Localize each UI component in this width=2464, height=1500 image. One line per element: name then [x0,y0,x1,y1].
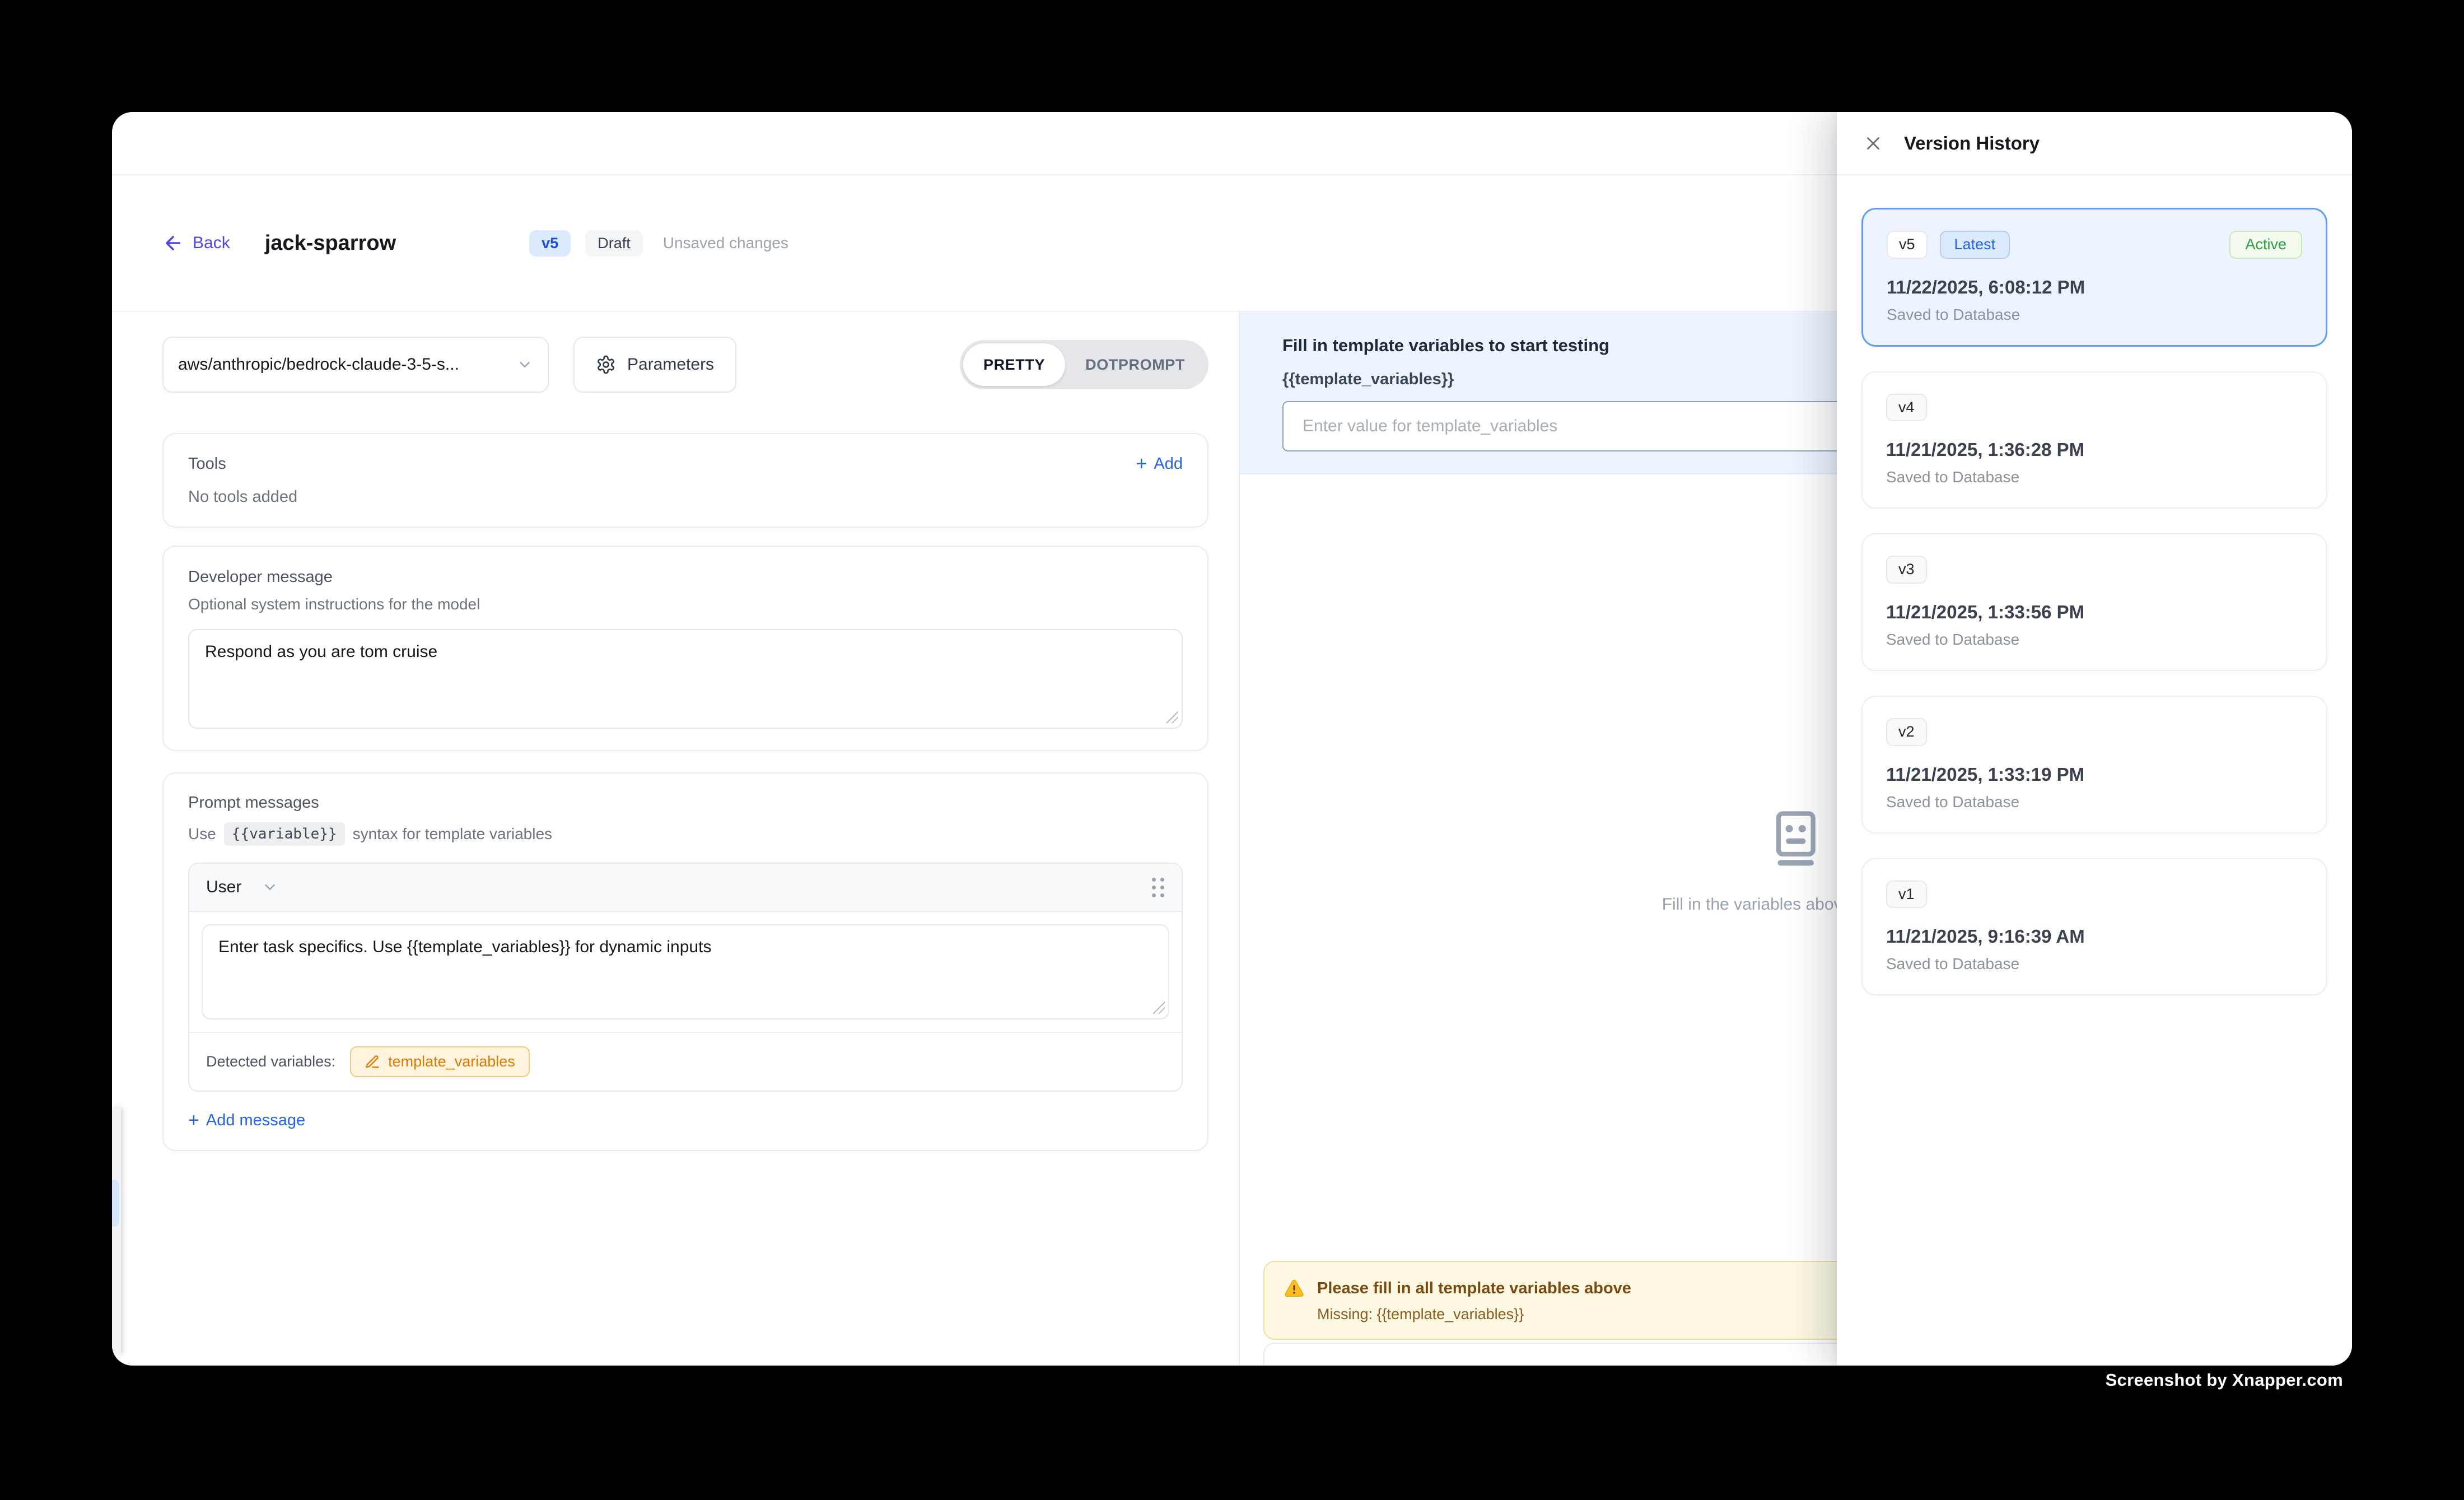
version-card-v5[interactable]: v5 Latest Active 11/22/2025, 6:08:12 PM … [1861,208,2327,347]
pencil-icon [365,1054,380,1070]
detected-variables-row: Detected variables: template_variables [189,1032,1182,1091]
version-history-title: Version History [1904,133,2040,154]
version-label-badge: v3 [1886,556,1927,584]
parameters-label: Parameters [627,355,714,374]
model-toolbar: aws/anthropic/bedrock-claude-3-5-s... Pa… [162,337,1208,393]
model-select-value: aws/anthropic/bedrock-claude-3-5-s... [178,355,516,374]
chevron-down-icon[interactable] [262,879,278,896]
version-saved-text: Saved to Database [1886,955,2303,973]
version-label-badge: v4 [1886,394,1927,422]
message-textarea[interactable]: Enter task specifics. Use {{template_var… [202,924,1169,1019]
tools-title: Tools [188,455,226,473]
tab-dotprompt[interactable]: DOTPROMPT [1065,343,1205,386]
resize-handle[interactable] [1166,711,1178,723]
screenshot-stage: Back jack-sparrow v5 Draft Unsaved chang… [0,0,2464,1500]
plus-icon: + [1136,454,1147,473]
version-list: v5 Latest Active 11/22/2025, 6:08:12 PM … [1837,175,2352,995]
version-saved-text: Saved to Database [1886,631,2303,649]
developer-message-textarea[interactable]: Respond as you are tom cruise [188,629,1183,729]
arrow-left-icon [162,232,184,254]
version-label-badge: v1 [1886,881,1927,909]
back-label: Back [193,234,230,253]
model-select[interactable]: aws/anthropic/bedrock-claude-3-5-s... [162,337,549,393]
version-label-badge: v5 [1887,231,1928,259]
watermark-text: Screenshot by Xnapper.com [2106,1370,2343,1390]
warning-triangle-icon [1284,1278,1305,1299]
version-timestamp: 11/22/2025, 6:08:12 PM [1887,277,2302,298]
prompt-editor-pane: aws/anthropic/bedrock-claude-3-5-s... Pa… [112,312,1239,1366]
gear-icon [596,355,616,375]
add-tool-label: Add [1154,455,1183,473]
version-card-v3[interactable]: v3 11/21/2025, 1:33:56 PM Saved to Datab… [1861,533,2327,671]
parameters-button[interactable]: Parameters [573,337,736,393]
add-message-button[interactable]: + Add message [188,1111,1183,1130]
drag-handle-icon[interactable] [1152,878,1165,897]
message-editor: User Enter task specifics. Use {{templat… [188,863,1183,1092]
back-button[interactable]: Back [162,232,230,254]
warning-title: Please fill in all template variables ab… [1317,1279,1631,1298]
close-icon[interactable] [1863,133,1884,154]
version-timestamp: 11/21/2025, 1:33:56 PM [1886,602,2303,623]
prompt-messages-title: Prompt messages [188,794,1183,812]
tab-pretty[interactable]: PRETTY [963,343,1065,386]
syntax-prefix: Use [188,825,216,843]
header-badges: v5 Draft Unsaved changes [529,230,788,257]
version-timestamp: 11/21/2025, 9:16:39 AM [1886,926,2303,947]
developer-message-section: Developer message Optional system instru… [162,546,1208,751]
developer-message-subtitle: Optional system instructions for the mod… [188,595,1183,613]
developer-message-title: Developer message [188,568,1183,586]
version-card-v2[interactable]: v2 11/21/2025, 1:33:19 PM Saved to Datab… [1861,696,2327,833]
version-history-header: Version History [1837,112,2352,175]
version-saved-text: Saved to Database [1886,793,2303,811]
variable-syntax-chip: {{variable}} [224,822,345,846]
role-select[interactable]: User [206,878,241,897]
detected-variable-chip[interactable]: template_variables [350,1046,530,1077]
prompt-messages-section: Prompt messages Use {{variable}} syntax … [162,772,1208,1151]
syntax-suffix: syntax for template variables [353,825,552,843]
detected-variables-label: Detected variables: [206,1053,335,1070]
version-card-v1[interactable]: v1 11/21/2025, 9:16:39 AM Saved to Datab… [1861,858,2327,996]
tools-empty-text: No tools added [188,488,1183,506]
version-badge: v5 [529,230,571,257]
plus-icon: + [188,1111,199,1130]
version-timestamp: 11/21/2025, 1:36:28 PM [1886,439,2303,460]
draft-badge: Draft [585,230,643,257]
message-role-bar: User [189,864,1182,912]
version-label-badge: v2 [1886,718,1927,746]
version-history-panel: Version History v5 Latest Active 11/22/2… [1837,112,2352,1366]
background-window-edge [112,1108,121,1354]
active-badge: Active [2229,231,2302,259]
detected-variable-name: template_variables [388,1053,515,1070]
robot-icon [1763,805,1828,870]
unsaved-changes-text: Unsaved changes [663,234,788,252]
version-saved-text: Saved to Database [1886,468,2303,486]
view-mode-toggle: PRETTY DOTPROMPT [960,340,1208,389]
page-title: jack-sparrow [265,231,396,255]
add-tool-button[interactable]: + Add [1136,454,1183,473]
resize-handle[interactable] [1152,1001,1165,1014]
version-timestamp: 11/21/2025, 1:33:19 PM [1886,764,2303,785]
latest-badge: Latest [1940,231,2010,259]
tools-section: Tools + Add No tools added [162,433,1208,528]
version-card-v4[interactable]: v4 11/21/2025, 1:36:28 PM Saved to Datab… [1861,371,2327,509]
version-saved-text: Saved to Database [1887,306,2302,324]
syntax-hint: Use {{variable}} syntax for template var… [188,822,1183,846]
chevron-down-icon [516,356,533,373]
background-window-accent [112,1180,119,1227]
add-message-label: Add message [206,1111,305,1130]
